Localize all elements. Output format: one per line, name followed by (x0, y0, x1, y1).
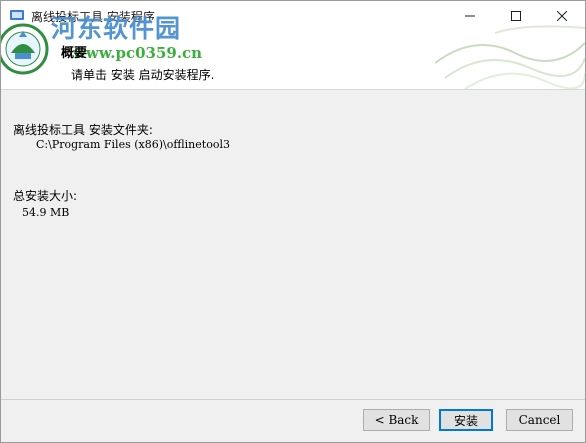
watermark-logo-icon (1, 23, 49, 75)
page-title: 概要 (61, 46, 88, 61)
back-button[interactable]: < Back (363, 409, 430, 431)
total-size-value: 54.9 MB (22, 206, 70, 219)
footer-divider (1, 399, 585, 400)
install-folder-path: C:\Program Files (x86)\offlinetool3 (36, 138, 230, 151)
watermark-url: www.pc0359.cn (73, 44, 203, 62)
install-folder-label: 离线投标工具 安装文件夹: (13, 123, 153, 137)
maximize-icon (511, 11, 521, 21)
installer-window: 离线投标工具 安装程序 河东软件园 www.pc0359.cn 概要 请单击 安… (0, 0, 586, 443)
minimize-icon (465, 15, 475, 17)
header-decoration (435, 25, 585, 89)
minimize-button[interactable] (447, 1, 493, 31)
close-icon (557, 11, 567, 21)
close-button[interactable] (539, 1, 585, 31)
install-button[interactable]: 安装 (439, 409, 493, 431)
cancel-button[interactable]: Cancel (506, 409, 573, 431)
watermark-site-name: 河东软件园 (51, 14, 182, 43)
maximize-button[interactable] (493, 1, 539, 31)
page-subtitle: 请单击 安装 启动安装程序. (71, 68, 215, 82)
header-area: 离线投标工具 安装程序 河东软件园 www.pc0359.cn 概要 请单击 安… (1, 1, 585, 90)
total-size-label: 总安装大小: (13, 189, 78, 203)
